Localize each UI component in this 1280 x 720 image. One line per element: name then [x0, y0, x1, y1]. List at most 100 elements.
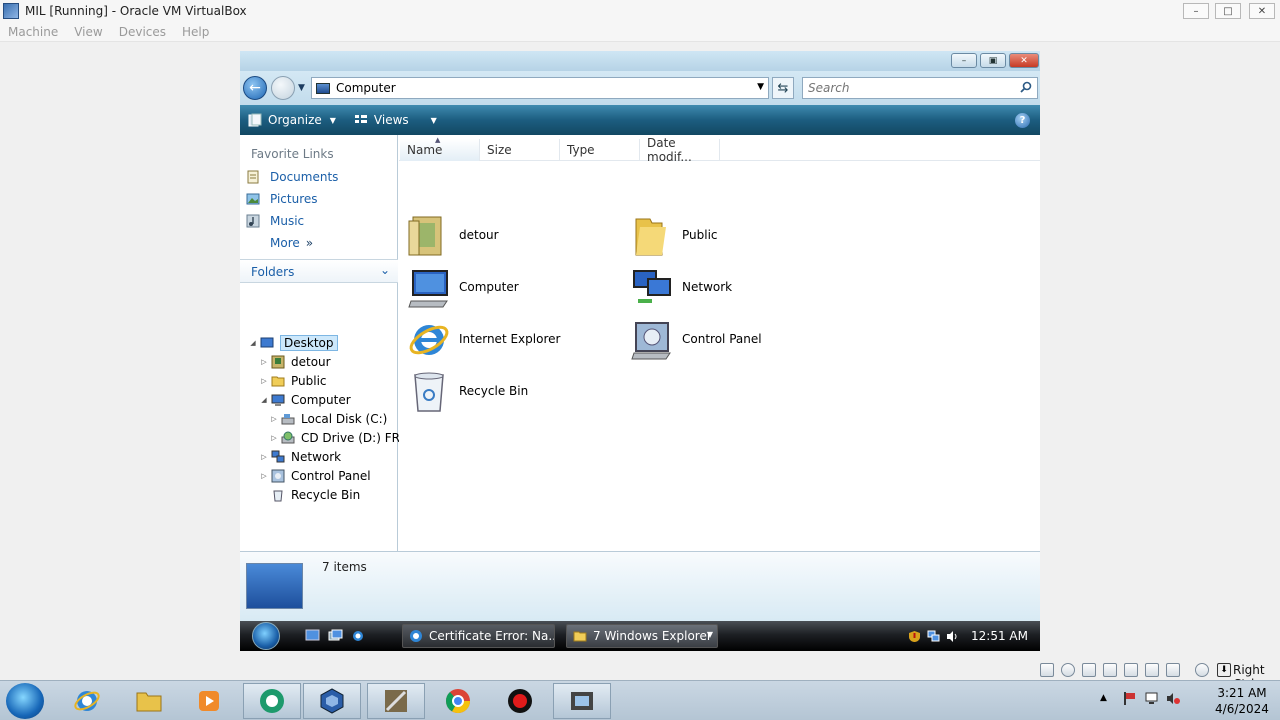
- tree-item-desktop[interactable]: ◢ Desktop: [248, 334, 338, 352]
- tree-item-control-panel[interactable]: ▷ Control Panel: [259, 467, 370, 485]
- host-taskbar-virtualbox[interactable]: [303, 683, 361, 719]
- tree-collapsed-icon[interactable]: ▷: [259, 472, 269, 480]
- fav-music[interactable]: Music: [246, 214, 304, 228]
- network-status-icon[interactable]: [1103, 663, 1117, 677]
- column-header-date-modified[interactable]: Date modif...: [640, 136, 720, 164]
- host-taskbar-chrome[interactable]: [429, 683, 487, 719]
- tree-item-recycle-bin[interactable]: Recycle Bin: [259, 486, 360, 504]
- back-button[interactable]: ←: [243, 76, 267, 100]
- item-detour[interactable]: detour: [407, 213, 499, 257]
- forward-button[interactable]: [271, 76, 295, 100]
- host-taskbar-internet-explorer[interactable]: [58, 683, 116, 719]
- task-certificate-error[interactable]: Certificate Error: Na...: [402, 624, 555, 648]
- host-volume-muted-icon[interactable]: [1166, 691, 1181, 706]
- chevron-down-icon: ▼: [706, 630, 713, 639]
- fav-pictures[interactable]: Pictures: [246, 192, 318, 206]
- tree-item-detour[interactable]: ▷ detour: [259, 353, 330, 371]
- hard-disk-status-icon[interactable]: [1040, 663, 1054, 677]
- mouse-integration-icon[interactable]: [1195, 663, 1209, 677]
- host-taskbar-app-green[interactable]: [243, 683, 301, 719]
- computer-icon: [316, 82, 330, 94]
- item-label: Computer: [459, 280, 519, 294]
- fav-pictures-label: Pictures: [270, 192, 318, 206]
- network-status-icon[interactable]: [927, 630, 940, 643]
- menu-devices[interactable]: Devices: [119, 25, 166, 39]
- tree-item-computer[interactable]: ◢ Computer: [259, 391, 350, 409]
- host-system-tray: ▲: [1100, 691, 1188, 706]
- tree-item-local-disk[interactable]: ▷ Local Disk (C:): [269, 410, 387, 428]
- fav-more[interactable]: More »: [270, 236, 313, 250]
- column-header-size[interactable]: Size: [480, 139, 560, 161]
- tree-item-network[interactable]: ▷ Network: [259, 448, 341, 466]
- address-bar[interactable]: Computer ▼: [311, 77, 769, 99]
- internet-explorer-icon: [74, 691, 100, 711]
- host-taskbar: ▲ 3:21 AM 4/6/2024: [0, 680, 1280, 720]
- chevron-down-icon: ⌄: [379, 263, 390, 277]
- host-taskbar-recorder[interactable]: [491, 683, 549, 719]
- search-input[interactable]: [803, 78, 1013, 98]
- item-internet-explorer[interactable]: Internet Explorer: [407, 317, 560, 361]
- item-computer[interactable]: Computer: [407, 265, 519, 309]
- host-titlebar: MIL [Running] - Oracle VM VirtualBox – □…: [0, 0, 1280, 22]
- audio-status-icon[interactable]: [1082, 663, 1096, 677]
- item-label: Internet Explorer: [459, 332, 561, 346]
- flag-icon[interactable]: [1122, 691, 1137, 706]
- organize-button[interactable]: Organize ▼: [248, 113, 336, 127]
- volume-icon[interactable]: [946, 630, 959, 643]
- host-close-button[interactable]: ✕: [1249, 3, 1275, 19]
- tree-collapsed-icon[interactable]: ▷: [259, 453, 269, 461]
- item-public[interactable]: Public: [630, 213, 718, 257]
- explorer-close-button[interactable]: ✕: [1009, 53, 1039, 68]
- internet-explorer-icon[interactable]: [351, 629, 366, 642]
- host-network-icon[interactable]: [1144, 691, 1159, 706]
- views-button[interactable]: Views ▼: [354, 113, 437, 127]
- tree-collapsed-icon[interactable]: ▷: [259, 377, 269, 385]
- display-status-icon[interactable]: [1166, 663, 1180, 677]
- tree-expanded-icon[interactable]: ◢: [259, 396, 269, 404]
- usb-status-icon[interactable]: [1124, 663, 1138, 677]
- virtualbox-app-icon: [3, 3, 19, 19]
- shared-folders-status-icon[interactable]: [1145, 663, 1159, 677]
- menu-view[interactable]: View: [74, 25, 102, 39]
- address-dropdown-button[interactable]: ▼: [757, 82, 764, 92]
- guest-start-button[interactable]: [252, 622, 280, 650]
- task-windows-explorer-group[interactable]: 7 Windows Explorer ▼: [566, 624, 718, 648]
- host-taskbar-file-explorer[interactable]: [120, 683, 178, 719]
- folders-header[interactable]: Folders ⌄: [240, 259, 398, 283]
- tree-collapsed-icon[interactable]: ▷: [259, 358, 269, 366]
- guest-clock[interactable]: 12:51 AM: [971, 629, 1028, 643]
- network-icon: [271, 450, 285, 463]
- menu-machine[interactable]: Machine: [8, 25, 58, 39]
- search-icon[interactable]: [1020, 81, 1032, 93]
- show-hidden-icons-icon[interactable]: ▲: [1100, 691, 1115, 706]
- optical-drive-status-icon[interactable]: [1061, 663, 1075, 677]
- menu-help[interactable]: Help: [182, 25, 209, 39]
- refresh-button[interactable]: ⇆: [772, 77, 794, 99]
- host-taskbar-tool[interactable]: [367, 683, 425, 719]
- help-icon[interactable]: ?: [1015, 113, 1030, 128]
- host-taskbar-media-player[interactable]: [180, 683, 238, 719]
- explorer-minimize-button[interactable]: –: [951, 53, 977, 68]
- tree-item-cd-drive[interactable]: ▷ CD Drive (D:) FRTI: [269, 429, 410, 447]
- show-desktop-icon[interactable]: [305, 629, 320, 642]
- history-dropdown[interactable]: ▼: [298, 83, 305, 93]
- switch-windows-icon[interactable]: [328, 629, 343, 642]
- security-shield-icon[interactable]: [908, 630, 921, 643]
- fav-documents[interactable]: Documents: [246, 170, 338, 184]
- host-minimize-button[interactable]: –: [1183, 3, 1209, 19]
- column-header-name[interactable]: ▲ Name: [400, 136, 480, 161]
- host-maximize-button[interactable]: □: [1215, 3, 1241, 19]
- back-arrow-icon: ←: [249, 80, 261, 96]
- tree-expanded-icon[interactable]: ◢: [248, 339, 258, 347]
- host-start-button[interactable]: [6, 683, 44, 719]
- item-control-panel[interactable]: Control Panel: [630, 317, 762, 361]
- explorer-maximize-button[interactable]: ▣: [980, 53, 1006, 68]
- tree-collapsed-icon[interactable]: ▷: [269, 434, 279, 442]
- host-taskbar-video-editor[interactable]: [553, 683, 611, 719]
- item-network[interactable]: Network: [630, 265, 732, 309]
- item-recycle-bin[interactable]: Recycle Bin: [407, 369, 528, 413]
- tree-collapsed-icon[interactable]: ▷: [269, 415, 279, 423]
- column-header-type[interactable]: Type: [560, 139, 640, 161]
- host-clock[interactable]: 3:21 AM 4/6/2024: [1209, 685, 1275, 717]
- tree-item-public[interactable]: ▷ Public: [259, 372, 326, 390]
